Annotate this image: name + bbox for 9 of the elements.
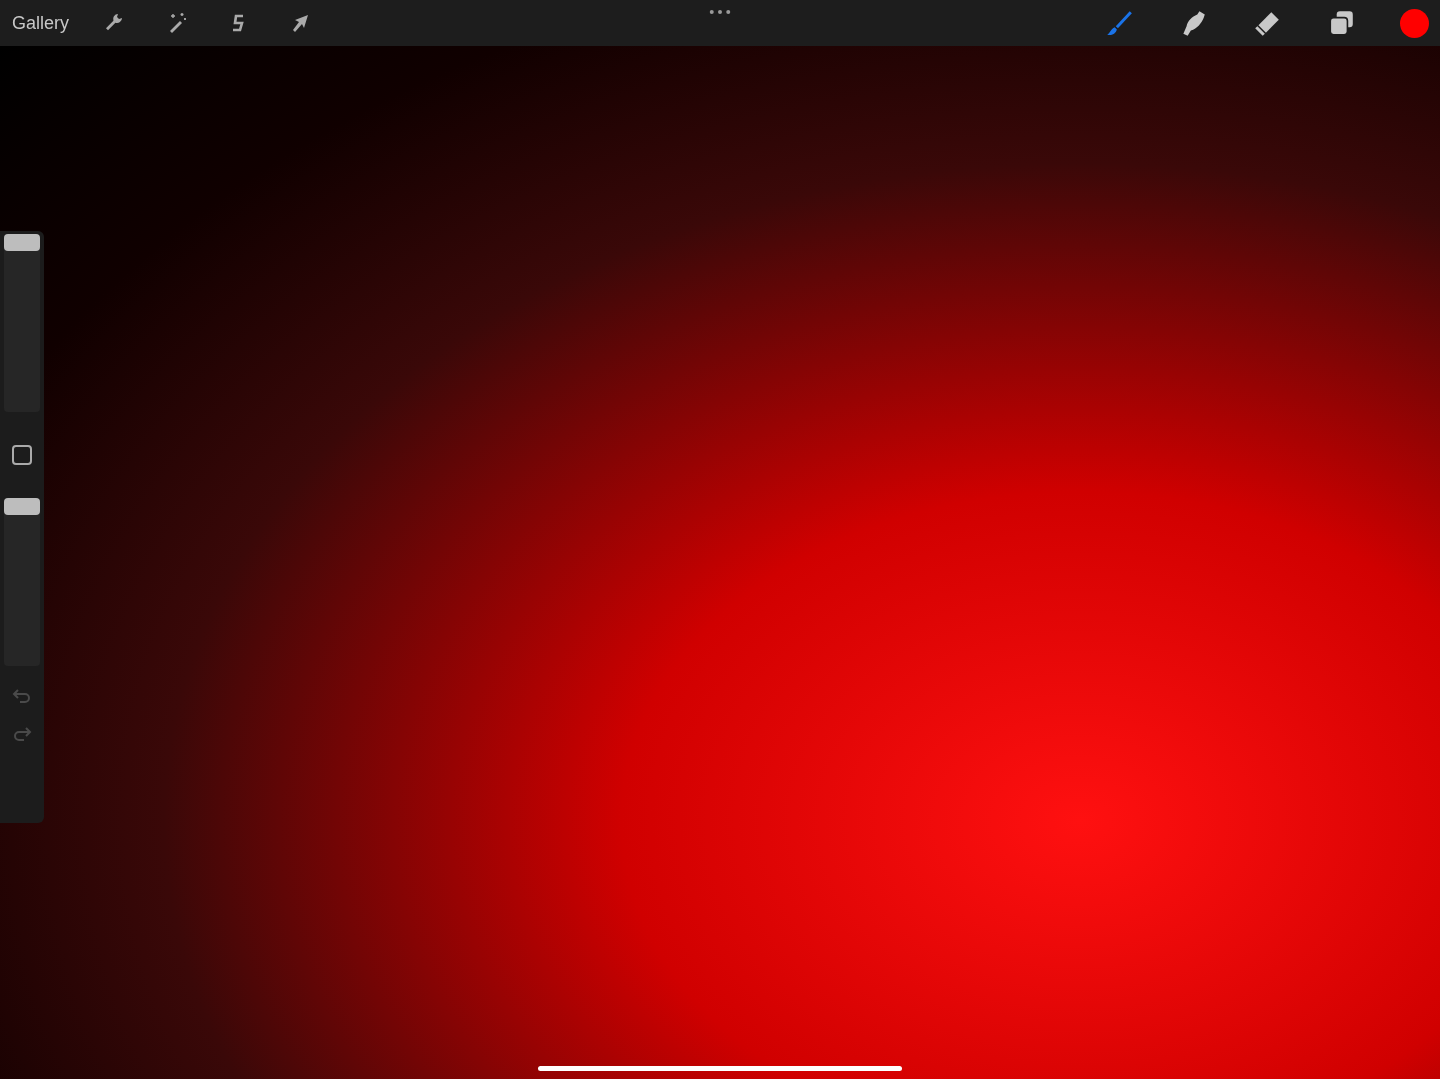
slider-thumb[interactable] (4, 498, 40, 515)
opacity-slider[interactable] (4, 498, 40, 666)
more-icon[interactable] (709, 9, 731, 15)
square-icon[interactable] (12, 445, 32, 465)
size-slider[interactable] (4, 234, 40, 412)
color-swatch[interactable] (1400, 8, 1429, 38)
gallery-button[interactable]: Gallery (8, 12, 73, 34)
paintbrush-icon[interactable] (1104, 8, 1134, 38)
slider-thumb[interactable] (4, 234, 40, 251)
